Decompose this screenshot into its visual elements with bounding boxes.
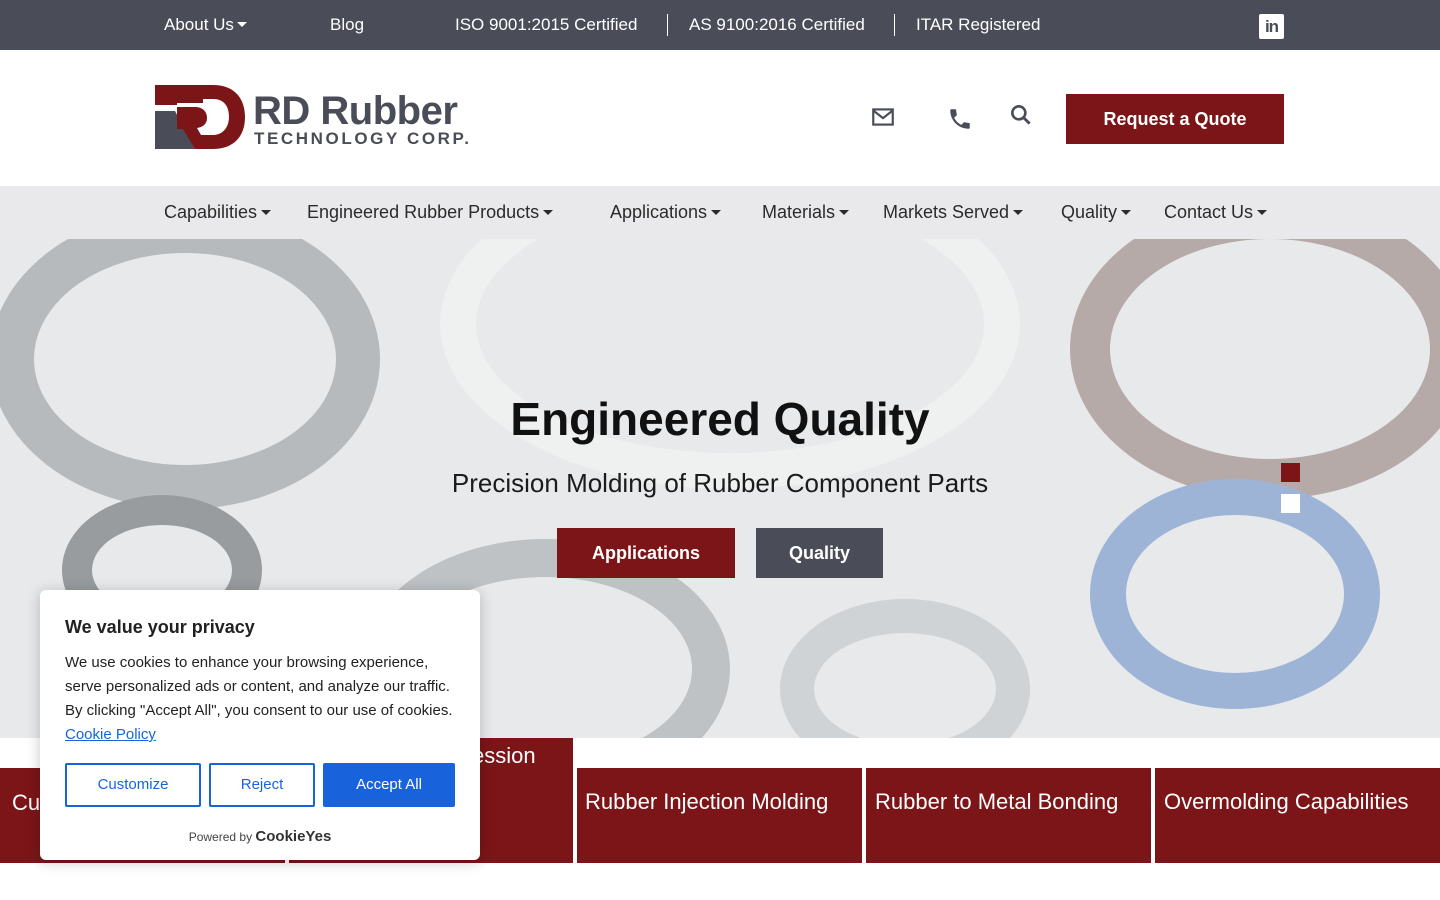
divider — [667, 14, 668, 36]
caret-down-icon — [1257, 209, 1268, 215]
nav-item-engineered-rubber-products[interactable]: Engineered Rubber Products — [307, 201, 554, 223]
cookie-body: We use cookies to enhance your browsing … — [65, 651, 461, 747]
reject-button[interactable]: Reject — [209, 763, 315, 807]
about-us-link[interactable]: About Us — [164, 14, 247, 36]
request-quote-button[interactable]: Request a Quote — [1066, 94, 1284, 144]
tile-rubber-injection-molding[interactable]: Rubber Injection Molding — [577, 768, 862, 863]
site-header: RD Rubber TECHNOLOGY CORP. Request a Quo… — [0, 50, 1440, 186]
logo-tagline: TECHNOLOGY CORP. — [254, 129, 472, 148]
caret-down-icon — [236, 22, 247, 28]
top-utility-bar: About Us Blog ISO 9001:2015 Certified AS… — [0, 0, 1440, 50]
cookieyes-logo: CookieYes — [255, 828, 332, 845]
cookie-title: We value your privacy — [65, 617, 255, 637]
caret-down-icon — [1121, 209, 1132, 215]
hero-title: Engineered Quality — [510, 393, 930, 445]
search-icon[interactable] — [1008, 102, 1034, 128]
slider-dot-active[interactable] — [1281, 463, 1300, 482]
powered-by: Powered by CookieYes — [40, 829, 480, 845]
phone-icon[interactable] — [947, 106, 973, 132]
slider-dot[interactable] — [1281, 494, 1300, 513]
caret-down-icon — [543, 209, 554, 215]
cookie-consent-modal: We value your privacy We use cookies to … — [40, 590, 480, 860]
cookie-body-text: We use cookies to enhance your browsing … — [65, 654, 453, 719]
nav-item-quality[interactable]: Quality — [1061, 201, 1132, 223]
linkedin-icon[interactable]: in — [1259, 14, 1284, 39]
nav-item-capabilities[interactable]: Capabilities — [164, 201, 272, 223]
blog-link[interactable]: Blog — [330, 14, 364, 36]
powered-by-label: Powered by — [188, 830, 253, 844]
nav-label: Contact Us — [1164, 202, 1254, 222]
mail-icon[interactable] — [870, 104, 896, 130]
cookie-policy-link[interactable]: Cookie Policy — [65, 726, 156, 743]
customize-button[interactable]: Customize — [65, 763, 201, 807]
logo-wordmark: RD Rubber — [253, 89, 458, 133]
nav-label: Materials — [762, 202, 836, 222]
nav-label: Applications — [610, 202, 708, 222]
hero-subtitle: Precision Molding of Rubber Component Pa… — [451, 468, 989, 498]
tile-rubber-to-metal-bonding[interactable]: Rubber to Metal Bonding — [866, 768, 1151, 863]
nav-item-applications[interactable]: Applications — [610, 201, 722, 223]
nav-item-materials[interactable]: Materials — [762, 201, 850, 223]
caret-down-icon — [261, 209, 272, 215]
tile-overmolding-capabilities[interactable]: Overmolding Capabilities — [1155, 768, 1440, 863]
rd-monogram-icon — [155, 85, 245, 149]
accept-all-button[interactable]: Accept All — [323, 763, 455, 807]
quality-button[interactable]: Quality — [756, 528, 883, 578]
itar-registration: ITAR Registered — [916, 15, 1041, 34]
caret-down-icon — [1013, 209, 1024, 215]
nav-item-contact-us[interactable]: Contact Us — [1164, 201, 1268, 223]
divider — [894, 14, 895, 36]
nav-label: Capabilities — [164, 202, 258, 222]
iso-certification: ISO 9001:2015 Certified — [455, 15, 638, 34]
company-logo[interactable]: RD Rubber TECHNOLOGY CORP. — [155, 85, 485, 153]
applications-button[interactable]: Applications — [557, 528, 735, 578]
caret-down-icon — [711, 209, 722, 215]
caret-down-icon — [839, 209, 850, 215]
nav-item-markets-served[interactable]: Markets Served — [883, 201, 1024, 223]
nav-label: Engineered Rubber Products — [307, 202, 540, 222]
nav-label: Quality — [1061, 202, 1118, 222]
about-us-label: About Us — [164, 15, 234, 34]
nav-label: Markets Served — [883, 202, 1010, 222]
main-navigation: Capabilities Engineered Rubber Products … — [0, 186, 1440, 239]
as-certification: AS 9100:2016 Certified — [689, 15, 865, 34]
